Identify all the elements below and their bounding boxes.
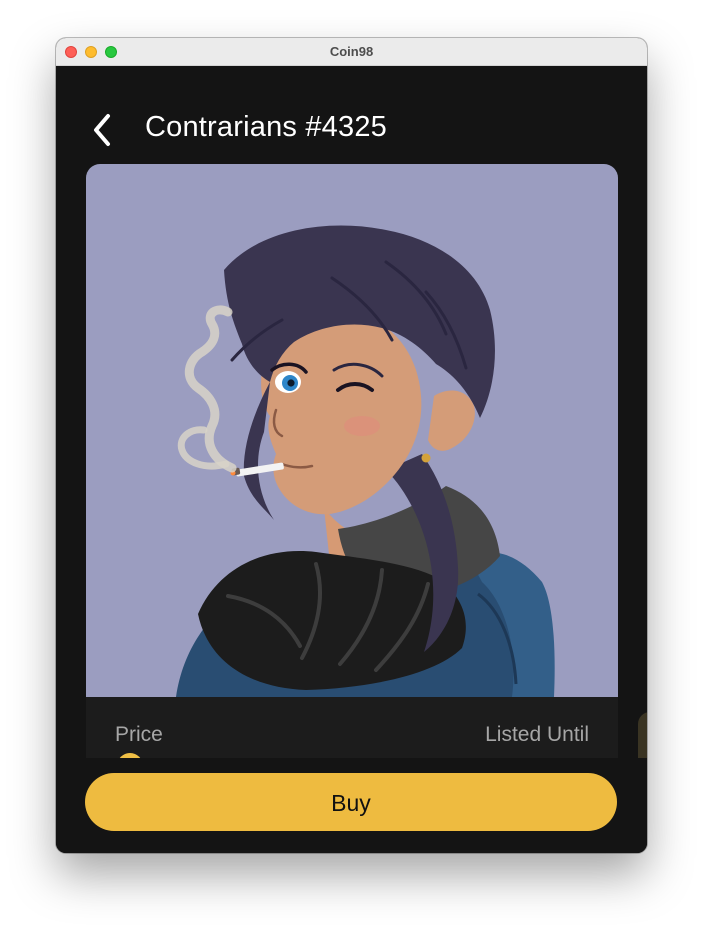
nft-detail-screen: Contrarians #4325 Price Listed Until Buy <box>56 66 647 853</box>
page-title: Contrarians #4325 <box>145 111 387 143</box>
bottom-action-bar: Buy <box>56 758 647 853</box>
nft-card: Price Listed Until <box>86 164 618 824</box>
back-button[interactable] <box>86 110 120 150</box>
window-title: Coin98 <box>329 44 374 59</box>
listed-until-label: Listed Until <box>485 723 589 746</box>
nft-image[interactable] <box>86 164 618 697</box>
buy-button[interactable]: Buy <box>85 773 617 831</box>
price-label: Price <box>115 723 163 746</box>
app-window: Coin98 Contrarians #4325 Price Listed Un… <box>56 38 647 853</box>
window-titlebar[interactable]: Coin98 <box>56 38 647 66</box>
chevron-left-icon <box>94 114 110 146</box>
